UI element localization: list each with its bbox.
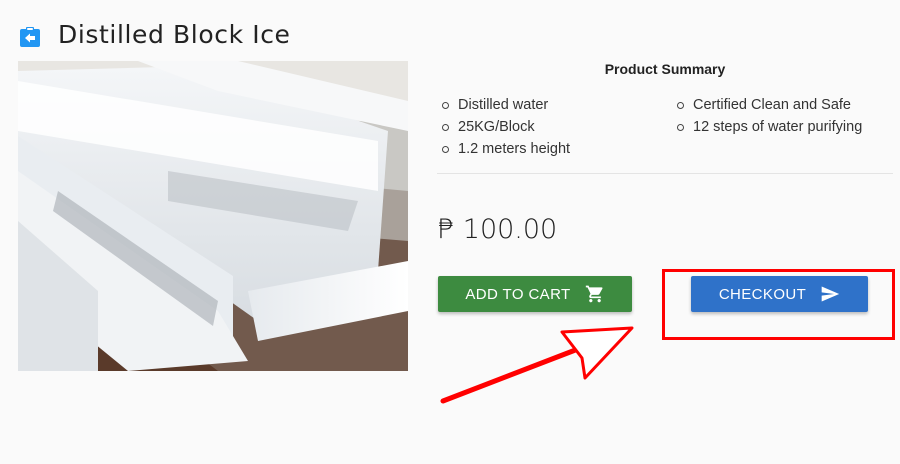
add-to-cart-button[interactable]: ADD TO CART [438,276,632,312]
list-item: Certified Clean and Safe [677,94,862,116]
product-summary-title: Product Summary [604,61,726,77]
add-to-cart-label: ADD TO CART [465,285,571,303]
list-item: 25KG/Block [442,116,570,138]
list-item: 1.2 meters height [442,138,570,160]
product-price: ₱ 100.00 [437,214,558,245]
back-icon[interactable] [20,27,40,47]
annotation-arrow-icon [440,326,634,404]
feature-list-left: Distilled water 25KG/Block 1.2 meters he… [442,94,570,160]
feature-list-right: Certified Clean and Safe 12 steps of wat… [677,94,862,138]
page-title: Distilled Block Ice [58,20,291,49]
list-item: 12 steps of water purifying [677,116,862,138]
annotation-highlight-box [662,269,895,340]
product-image [18,61,408,371]
list-item: Distilled water [442,94,570,116]
cart-icon [585,284,605,304]
divider [437,173,893,174]
